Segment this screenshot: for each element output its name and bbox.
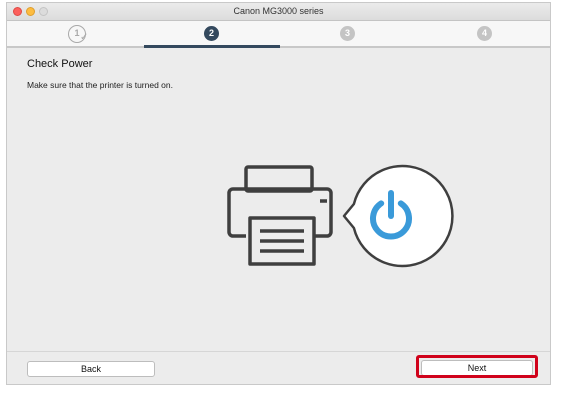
- title-bar: Canon MG3000 series: [7, 3, 550, 21]
- current-step-underline: [144, 45, 280, 48]
- back-button[interactable]: Back: [27, 361, 155, 377]
- step-number-1: 1: [74, 28, 80, 38]
- next-button-highlight: [416, 355, 538, 378]
- step-indicator-4: 4: [477, 26, 492, 41]
- step-number-4: 4: [481, 28, 487, 38]
- step-number-3: 3: [344, 28, 350, 38]
- step-indicator-3: 3: [340, 26, 355, 41]
- power-check-illustration: [227, 164, 454, 268]
- instruction-text: Make sure that the printer is turned on.: [27, 80, 173, 90]
- footer-divider: [7, 351, 550, 352]
- step-progress-bar: 1 ✓ 2 3 4: [7, 21, 550, 48]
- page-heading: Check Power: [27, 58, 93, 70]
- step-number-2: 2: [208, 28, 214, 38]
- installer-window: Canon MG3000 series 1 ✓ 2 3 4 Check Powe…: [6, 2, 551, 385]
- checkmark-icon: ✓: [80, 32, 89, 43]
- power-speech-bubble: [342, 164, 454, 268]
- window-title: Canon MG3000 series: [233, 6, 324, 16]
- printer-icon: [227, 165, 333, 266]
- step-indicator-2: 2: [204, 26, 219, 41]
